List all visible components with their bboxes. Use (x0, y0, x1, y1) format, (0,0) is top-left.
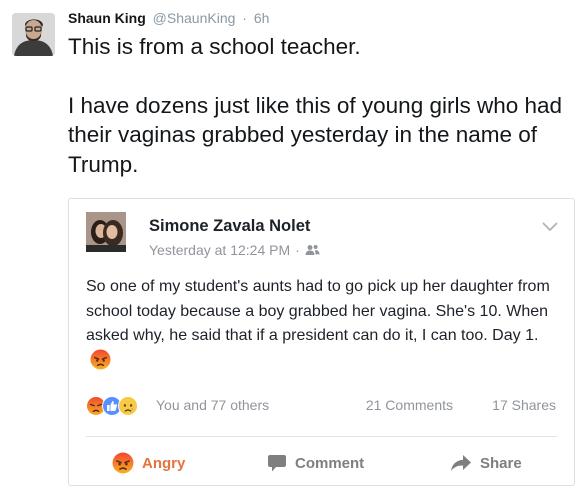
shares-count[interactable]: 17 Shares (492, 397, 556, 413)
comment-button[interactable]: Comment (267, 448, 364, 478)
angry-face-icon (112, 452, 134, 474)
tweet-timestamp[interactable]: 6h (254, 10, 270, 26)
fb-meta-separator: · (295, 242, 300, 258)
tweet-paragraph: I have dozens just like this of young gi… (68, 92, 563, 177)
fb-post-text: So one of my student's aunts had to go p… (86, 278, 550, 344)
actions-divider (86, 436, 557, 437)
tweet-author-name[interactable]: Shaun King (68, 10, 146, 26)
tweet: Shaun King @ShaunKing · 6h This is from … (0, 0, 587, 496)
fb-post-meta: Yesterday at 12:24 PM · (149, 242, 320, 258)
fb-author-name[interactable]: Simone Zavala Nolet (149, 217, 310, 236)
tweet-text: This is from a school teacher. I have do… (68, 32, 573, 179)
share-label: Share (480, 454, 522, 472)
reaction-icons[interactable] (86, 395, 156, 417)
fb-author-avatar[interactable] (86, 212, 126, 252)
tweet-time-separator: · (242, 10, 247, 26)
post-action-bar: Angry Comment Share (69, 448, 574, 478)
tweet-author-handle[interactable]: @ShaunKing (153, 10, 236, 26)
tweet-header: Shaun King @ShaunKing · 6h (68, 10, 269, 26)
comment-icon (268, 454, 286, 471)
tweet-author-avatar[interactable] (12, 13, 55, 56)
fb-timestamp[interactable]: Yesterday at 12:24 PM (149, 242, 290, 258)
fb-post-text-block: So one of my student's aunts had to go p… (86, 275, 556, 378)
tweet-paragraph: This is from a school teacher. (68, 34, 361, 59)
reactions-summary-text[interactable]: You and 77 others (156, 397, 269, 413)
embedded-facebook-post: Simone Zavala Nolet Yesterday at 12:24 P… (68, 198, 575, 486)
comments-count[interactable]: 21 Comments (366, 397, 453, 413)
reaction-summary-row: You and 77 others 21 Comments 17 Shares (86, 395, 559, 419)
chevron-down-icon[interactable] (542, 219, 558, 237)
angry-reaction-button[interactable]: Angry (112, 448, 185, 478)
share-arrow-icon (451, 455, 471, 471)
share-button[interactable]: Share (450, 448, 522, 478)
angry-reaction-label: Angry (142, 454, 186, 472)
angry-face-emoji-icon (90, 349, 111, 379)
sad-reaction-icon (118, 396, 138, 416)
friends-icon (305, 245, 320, 255)
comment-label: Comment (295, 454, 365, 472)
